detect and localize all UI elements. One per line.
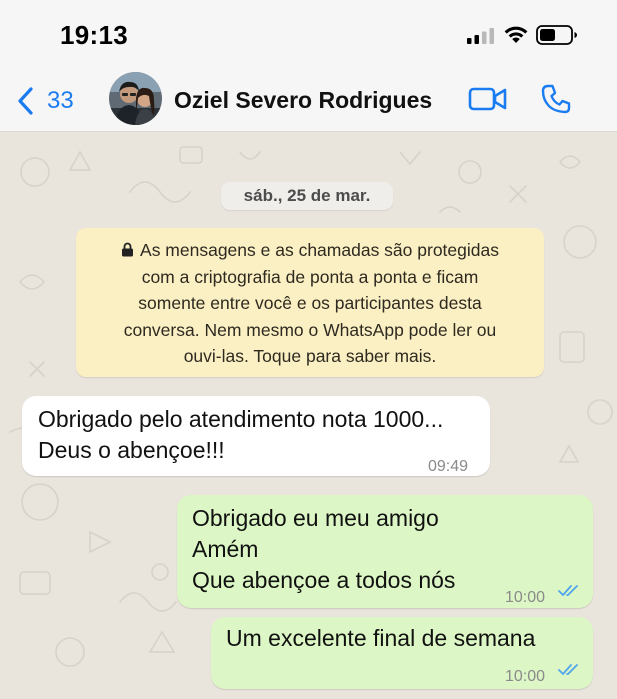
message-time: 10:00: [505, 589, 546, 606]
encryption-notice-line: As mensagens e as chamadas são protegida…: [90, 237, 530, 264]
encryption-notice-line: com a criptografia de ponta a ponta e fi…: [141, 266, 479, 287]
message-text: Obrigado pelo atendimento nota 1000...: [38, 406, 444, 432]
battery-icon: [536, 25, 577, 45]
message-text: Que abençoe a todos nós: [192, 567, 456, 593]
lock-icon: [122, 242, 134, 257]
avatar[interactable]: [109, 72, 162, 125]
message-time: 10:00: [505, 668, 546, 685]
message-bubble-outgoing[interactable]: Um excelente final de semana 10:00: [211, 617, 593, 689]
message-time: 09:49: [428, 458, 469, 475]
chat-header: 33 Oziel Severo Rodrigues: [0, 70, 617, 132]
message-text: Deus o abençoe!!!: [38, 437, 225, 463]
double-check-icon: [558, 664, 578, 675]
message-bubble-incoming[interactable]: Obrigado pelo atendimento nota 1000... D…: [22, 396, 490, 476]
status-time: 19:13: [60, 20, 128, 50]
status-bar: 19:13: [0, 0, 617, 70]
contact-name[interactable]: Oziel Severo Rodrigues: [174, 87, 432, 114]
message-text: Um excelente final de semana: [226, 625, 536, 651]
message-text: Amém: [192, 536, 259, 562]
chat-area[interactable]: sáb., 25 de mar. As mensagens e as chama…: [0, 132, 617, 699]
back-button[interactable]: 33: [16, 86, 74, 116]
encryption-notice[interactable]: As mensagens e as chamadas são protegida…: [76, 228, 544, 377]
double-check-icon: [558, 585, 578, 596]
unread-count: 33: [47, 87, 74, 114]
signal-icon: [467, 28, 494, 44]
phone-icon[interactable]: [540, 83, 572, 115]
message-bubble-outgoing[interactable]: Obrigado eu meu amigo Amém Que abençoe a…: [177, 495, 593, 608]
encryption-notice-line: ouvi-las. Toque para saber mais.: [183, 346, 437, 366]
video-camera-icon[interactable]: [468, 85, 508, 113]
chevron-left-icon: [18, 87, 33, 115]
encryption-notice-line: conversa. Nem mesmo o WhatsApp pode ler …: [123, 319, 497, 340]
date-label: sáb., 25 de mar.: [221, 182, 393, 210]
message-text: Obrigado eu meu amigo: [192, 505, 439, 531]
wifi-icon: [504, 26, 528, 43]
encryption-notice-line: somente entre você e os participantes de…: [138, 293, 482, 313]
